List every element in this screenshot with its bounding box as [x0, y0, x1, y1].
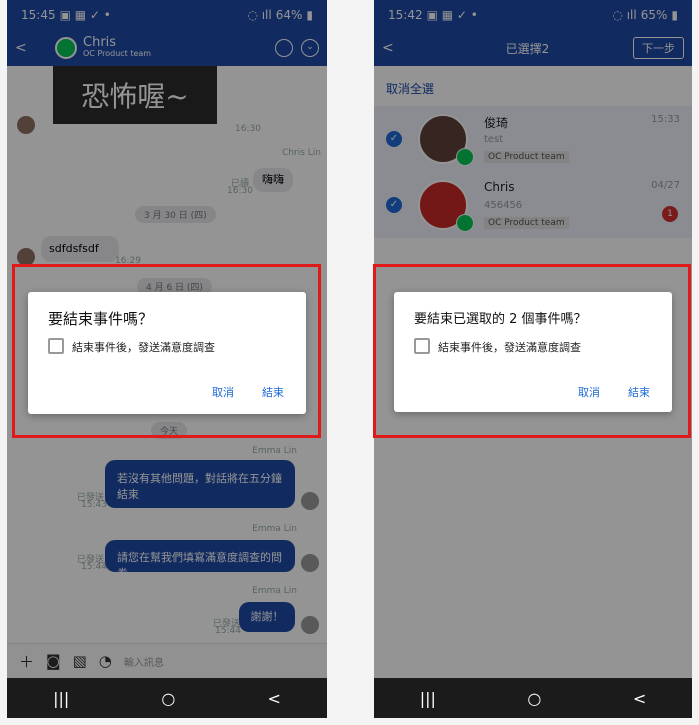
home-button[interactable]: ○ — [161, 689, 175, 708]
back-button[interactable]: < — [267, 689, 280, 708]
back-button[interactable]: < — [633, 689, 646, 708]
highlight-box — [373, 264, 691, 438]
recents-button[interactable]: ||| — [53, 689, 69, 708]
highlight-box — [12, 264, 321, 438]
system-nav-bar: ||| ○ < — [374, 678, 692, 718]
recents-button[interactable]: ||| — [420, 689, 436, 708]
system-nav-bar: ||| ○ < — [7, 678, 327, 718]
home-button[interactable]: ○ — [527, 689, 541, 708]
